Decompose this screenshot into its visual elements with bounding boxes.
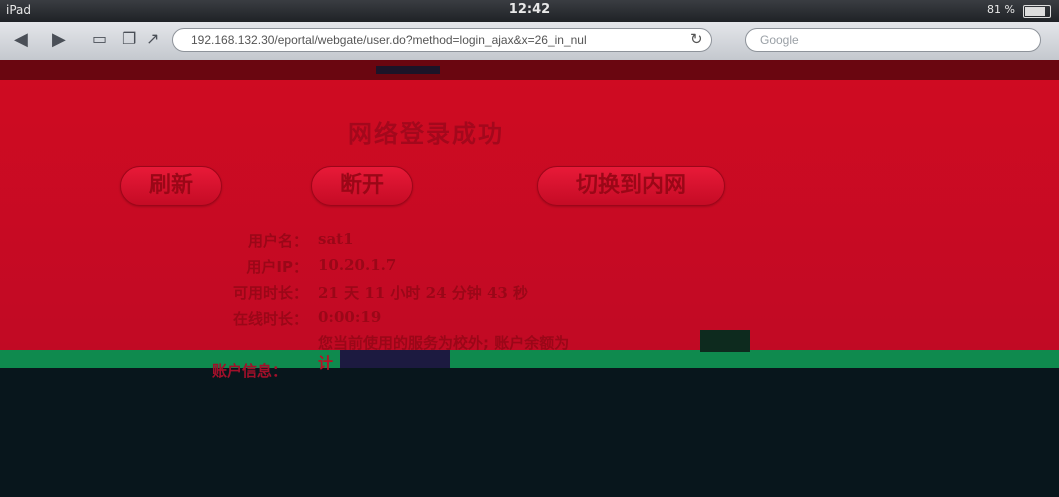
disconnect-button[interactable]: 断开 <box>311 166 413 206</box>
back-arrow-icon[interactable]: ◀ <box>14 29 28 50</box>
refresh-button[interactable]: 刷新 <box>120 166 222 206</box>
available-time-label: 可用时长： <box>232 284 308 302</box>
switch-intranet-button[interactable]: 切换到内网 <box>537 166 725 206</box>
account-info-label: 账户信息： <box>212 362 288 380</box>
login-success-panel: 网络登录成功 刷新 断开 切换到内网 用户名： sat1 用户IP： 10.20… <box>0 80 1059 352</box>
forward-arrow-icon[interactable]: ▶ <box>52 29 66 50</box>
ip-value: 10.20.1.7 <box>318 256 397 274</box>
account-redacted <box>340 350 450 368</box>
page-lower-area <box>0 368 1059 497</box>
username-value: sat1 <box>318 230 354 248</box>
clock: 12:42 <box>508 2 551 17</box>
battery-icon <box>1023 5 1051 18</box>
page-header-band <box>0 60 1059 96</box>
account-info-value: 计 <box>318 354 334 372</box>
ip-label: 用户IP： <box>246 258 308 276</box>
browser-toolbar: ◀ ▶ ▭ ❐ ↗ 192.168.132.30/eportal/webgate… <box>0 22 1059 61</box>
search-input[interactable]: Google <box>745 28 1041 52</box>
status-strip <box>0 350 1059 368</box>
share-icon[interactable]: ↗ <box>146 29 159 48</box>
bookmarks-icon[interactable]: ▭ <box>92 29 107 48</box>
logo <box>376 66 440 74</box>
status-bar: iPad 12:42 81 % <box>0 0 1059 22</box>
online-time-value: 0:00:19 <box>318 308 382 326</box>
online-time-label: 在线时长： <box>232 310 308 328</box>
available-time-value: 21 天 11 小时 24 分钟 43 秒 <box>318 284 529 302</box>
balance-redacted <box>700 330 750 352</box>
reload-icon[interactable]: ↻ <box>690 30 703 48</box>
address-bar[interactable]: 192.168.132.30/eportal/webgate/user.do?m… <box>172 28 712 52</box>
battery-percent: 81 % <box>987 3 1015 16</box>
username-label: 用户名： <box>247 232 308 250</box>
tabs-icon[interactable]: ❐ <box>122 29 136 48</box>
page-title: 网络登录成功 <box>348 120 504 148</box>
